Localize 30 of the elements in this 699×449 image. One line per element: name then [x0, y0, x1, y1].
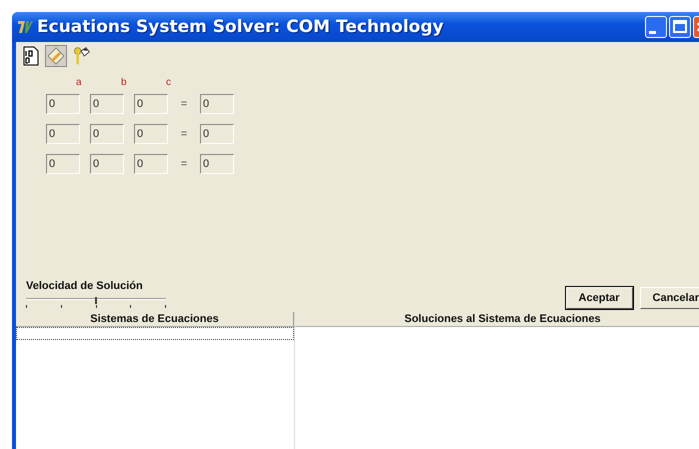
minimize-button[interactable] — [645, 16, 667, 38]
column-header[interactable]: Soluciones al Sistema de Ecuaciones — [295, 312, 699, 327]
result-field[interactable]: 0 — [200, 154, 234, 174]
accept-button[interactable]: Aceptar — [566, 287, 633, 309]
equals-sign: = — [180, 158, 188, 170]
maximize-button[interactable] — [669, 16, 691, 38]
column-label: c — [166, 77, 172, 88]
column-label: b — [121, 77, 128, 88]
speed-slider[interactable] — [26, 295, 166, 309]
coefficient-field[interactable]: 0 — [46, 94, 80, 114]
equals-sign: = — [180, 98, 188, 110]
column-header[interactable]: Sistemas de Ecuaciones — [16, 312, 294, 327]
coefficient-field[interactable]: 0 — [134, 94, 168, 114]
coefficient-field[interactable]: 0 — [46, 124, 80, 144]
app-icon — [16, 18, 34, 36]
coefficient-field[interactable]: 0 — [90, 94, 124, 114]
coefficient-field[interactable]: 0 — [134, 154, 168, 174]
speed-label: Velocidad de Solución — [26, 280, 144, 292]
coefficient-field[interactable]: 0 — [90, 124, 124, 144]
column-label: a — [76, 77, 83, 88]
coefficient-field[interactable]: 0 — [90, 154, 124, 174]
coefficient-field[interactable]: 0 — [46, 154, 80, 174]
result-field[interactable]: 0 — [200, 124, 234, 144]
window-title: Ecuations System Solver: COM Technology — [37, 17, 445, 37]
focused-row[interactable] — [16, 327, 294, 340]
minimize-icon — [649, 31, 656, 34]
coefficient-field[interactable]: 0 — [134, 124, 168, 144]
equals-sign: = — [180, 128, 188, 140]
cancel-button[interactable]: Cancelar — [640, 287, 699, 309]
result-field[interactable]: 0 — [200, 94, 234, 114]
